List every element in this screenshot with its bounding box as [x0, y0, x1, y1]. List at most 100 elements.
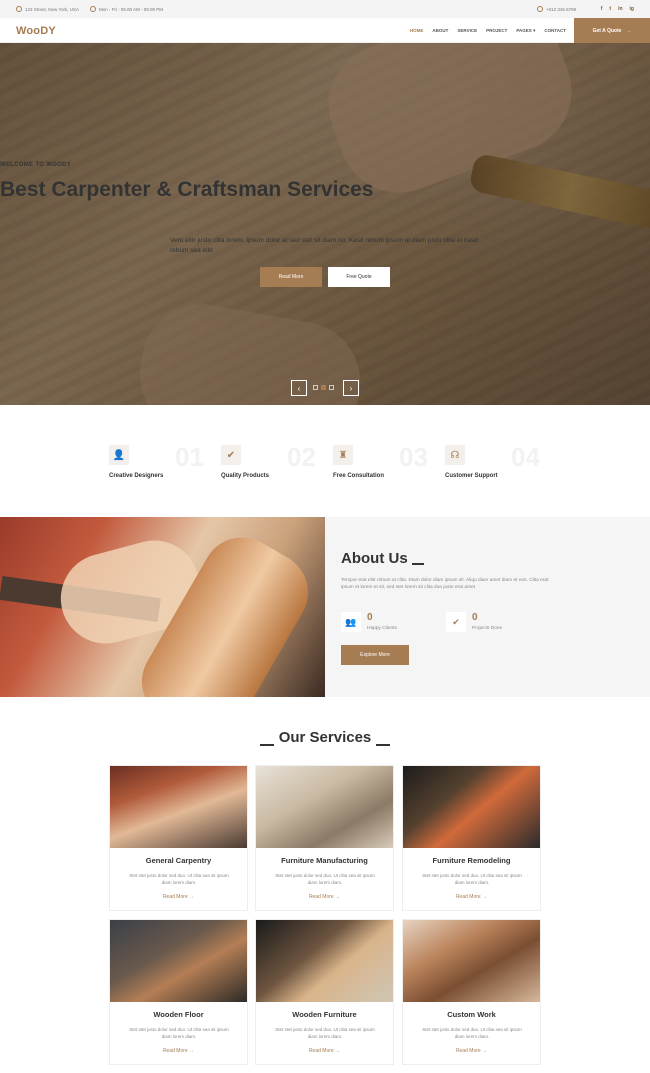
service-title: Furniture Manufacturing — [281, 856, 368, 865]
about-content: About Us Tempor erat elitr rebum at clit… — [325, 517, 650, 697]
stat-value: 0 — [367, 612, 373, 623]
services-title: Our Services — [0, 729, 650, 746]
nav-home[interactable]: HOME — [410, 28, 424, 33]
hero-subtitle: Vero elitr justo clita lorem. Ipsum dolo… — [170, 237, 478, 254]
title-underline — [411, 563, 424, 565]
phone-icon — [537, 6, 543, 12]
nav-pages[interactable]: PAGES ▾ — [516, 28, 535, 34]
stat-projects-done: ✔ 0 Projects Done — [446, 612, 536, 640]
address-info: 123 Street, New York, USA — [16, 0, 79, 18]
read-more-link[interactable]: Read More → — [403, 894, 540, 900]
feature-number: 02 — [287, 442, 316, 472]
service-image — [256, 920, 393, 1002]
chevron-left-icon: ‹ — [297, 383, 301, 393]
hero-carousel: WELCOME TO WOODY Best Carpenter & Crafts… — [0, 43, 650, 405]
service-card: Custom Work Stet stet justo dolor sed du… — [402, 919, 541, 1065]
carousel-dot[interactable] — [329, 385, 334, 390]
nav-contact[interactable]: CONTACT — [544, 28, 566, 33]
service-card: Furniture Remodeling Stet stet justo dol… — [402, 765, 541, 911]
feature-number: 03 — [399, 442, 428, 472]
arrow-right-icon: → — [482, 1048, 488, 1054]
read-more-label: Read More — [162, 1048, 188, 1054]
read-more-link[interactable]: Read More → — [256, 894, 393, 900]
users-icon: 👥 — [341, 612, 361, 632]
service-title: Wooden Furniture — [292, 1010, 357, 1019]
site-logo[interactable]: WooDY — [16, 18, 56, 43]
nav-project[interactable]: PROJECT — [486, 28, 507, 33]
carousel-next-button[interactable]: › — [343, 380, 359, 396]
read-more-link[interactable]: Read More → — [110, 894, 247, 900]
free-quote-button[interactable]: Free Quote — [328, 267, 390, 287]
read-more-label: Read More — [308, 1048, 334, 1054]
user-icon: 👤 — [109, 445, 129, 465]
get-quote-label: Get A Quote — [592, 27, 622, 34]
hours-info: Mon - Fri : 09.00 AM - 09.00 PM — [90, 0, 163, 18]
stat-label: Projects Done — [472, 626, 503, 631]
title-underline — [259, 744, 274, 746]
service-desc: Stet stet justo dolor sed duo. Ut clita … — [275, 1027, 375, 1039]
arrow-right-icon: → — [189, 1048, 195, 1054]
service-card: Wooden Furniture Stet stet justo dolor s… — [255, 919, 394, 1065]
services-title-text: Our Services — [278, 729, 372, 746]
read-more-label: Read More — [455, 1048, 481, 1054]
service-title: Furniture Remodeling — [432, 856, 511, 865]
arrow-right-icon: → — [335, 1048, 341, 1054]
chevron-down-icon: ▾ — [533, 27, 536, 33]
instagram-icon[interactable]: ig — [630, 6, 634, 12]
read-more-label: Read More — [455, 894, 481, 900]
about-image — [0, 517, 325, 697]
user-tie-icon: ♜ — [333, 445, 353, 465]
service-image — [256, 766, 393, 848]
read-more-button[interactable]: Read More — [260, 267, 322, 287]
feature-item: ☊ 04 Customer Support — [445, 442, 555, 490]
feature-label: Free Consultation — [333, 473, 385, 479]
carousel-prev-button[interactable]: ‹ — [291, 380, 307, 396]
feature-item: 👤 01 Creative Designers — [109, 442, 219, 490]
feature-label: Creative Designers — [109, 473, 164, 479]
service-desc: Stet stet justo dolor sed duo. Ut clita … — [129, 1027, 229, 1039]
service-title: Wooden Floor — [153, 1010, 204, 1019]
stat-happy-clients: 👥 0 Happy Clients — [341, 612, 431, 640]
headphones-icon: ☊ — [445, 445, 465, 465]
about-section: About Us Tempor erat elitr rebum at clit… — [0, 517, 650, 697]
service-desc: Stet stet justo dolor sed duo. Ut clita … — [422, 873, 522, 885]
read-more-link[interactable]: Read More → — [256, 1048, 393, 1054]
location-icon — [16, 6, 22, 12]
explore-more-button[interactable]: Explore More — [341, 645, 409, 665]
service-desc: Stet stet justo dolor sed duo. Ut clita … — [422, 1027, 522, 1039]
twitter-icon[interactable]: t — [609, 6, 611, 12]
carousel-dot[interactable] — [313, 385, 318, 390]
arrow-right-icon: → — [626, 27, 632, 34]
carousel-dots — [313, 385, 334, 390]
hero-title: Best Carpenter & Craftsman Services — [0, 178, 374, 201]
service-card: General Carpentry Stet stet justo dolor … — [109, 765, 248, 911]
service-image — [403, 920, 540, 1002]
feature-label: Customer Support — [445, 473, 498, 479]
hours-text: Mon - Fri : 09.00 AM - 09.00 PM — [99, 6, 164, 12]
facebook-icon[interactable]: f — [601, 6, 603, 12]
linkedin-icon[interactable]: in — [618, 6, 622, 12]
nav-about[interactable]: ABOUT — [432, 28, 448, 33]
main-navbar: WooDY HOME ABOUT SERVICE PROJECT PAGES ▾… — [0, 18, 650, 43]
check-icon: ✔ — [221, 445, 241, 465]
service-card: Wooden Floor Stet stet justo dolor sed d… — [109, 919, 248, 1065]
service-title: Custom Work — [447, 1010, 496, 1019]
top-info-bar: 123 Street, New York, USA Mon - Fri : 09… — [0, 0, 650, 18]
feature-number: 04 — [511, 442, 540, 472]
nav-service[interactable]: SERVICE — [457, 28, 477, 33]
hero-buttons: Read More Free Quote — [0, 267, 650, 287]
social-links: f t in ig — [601, 0, 634, 18]
title-underline — [376, 744, 391, 746]
read-more-link[interactable]: Read More → — [110, 1048, 247, 1054]
feature-item: ✔ 02 Quality Products — [221, 442, 331, 490]
arrow-right-icon: → — [189, 894, 195, 900]
stat-value: 0 — [472, 612, 478, 623]
carousel-dot-active[interactable] — [321, 385, 326, 390]
get-quote-button[interactable]: Get A Quote → — [574, 18, 650, 43]
read-more-link[interactable]: Read More → — [403, 1048, 540, 1054]
hero-overlay — [0, 43, 650, 405]
service-image — [403, 766, 540, 848]
address-text: 123 Street, New York, USA — [25, 6, 80, 12]
feature-item: ♜ 03 Free Consultation — [333, 442, 443, 490]
read-more-label: Read More — [162, 894, 188, 900]
